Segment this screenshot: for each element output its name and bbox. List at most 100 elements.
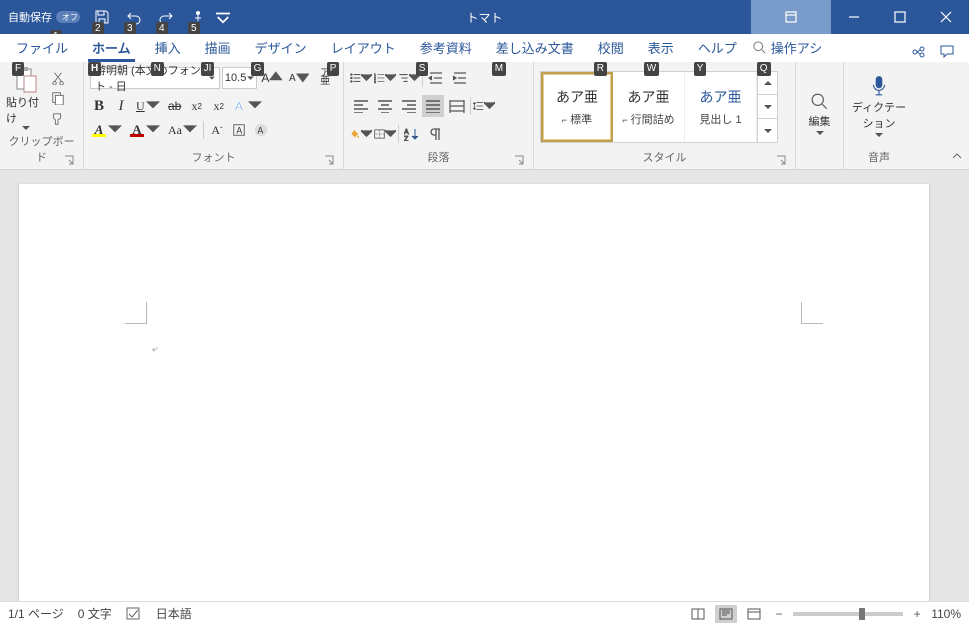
autosave[interactable]: 自動保存 オフ 1 (8, 9, 80, 25)
italic-button[interactable]: I (112, 95, 130, 117)
styles-dialog-launcher[interactable] (775, 155, 787, 167)
tab-layout[interactable]: レイアウトP (319, 34, 408, 62)
minimize-button[interactable] (831, 0, 877, 34)
decrease-indent-button[interactable] (425, 67, 447, 89)
page[interactable]: ⤶ (19, 184, 929, 601)
align-left-button[interactable] (350, 95, 372, 117)
distributed-button[interactable] (446, 95, 468, 117)
borders-button[interactable] (374, 123, 396, 145)
char-shading-button[interactable]: A (252, 119, 270, 141)
word-count[interactable]: 0 文字 (78, 605, 112, 622)
phonetic-guide-button[interactable]: Aˇ (208, 119, 226, 141)
tell-me[interactable]: 操作アシ Q (749, 34, 834, 62)
editing-button[interactable]: 編集 (802, 66, 837, 163)
share-button[interactable]: ZS (909, 42, 929, 62)
font-color-button[interactable]: A (128, 119, 162, 141)
tab-references[interactable]: 参考資料S (408, 34, 484, 62)
paragraph-mark: ⤶ (152, 344, 158, 355)
increase-indent-button[interactable] (449, 67, 471, 89)
clipboard-dialog-launcher[interactable] (63, 155, 75, 167)
redo-button[interactable]: 4 (152, 4, 180, 30)
tab-home[interactable]: ホームH (80, 34, 143, 62)
align-center-button[interactable] (374, 95, 396, 117)
close-button[interactable] (923, 0, 969, 34)
svg-text:A: A (236, 126, 242, 136)
document-area[interactable]: ⤶ (0, 170, 969, 601)
zoom-out-button[interactable]: − (771, 607, 787, 621)
comments-button[interactable]: ZC (937, 42, 957, 62)
style-heading1[interactable]: あア亜 見出し 1 (685, 72, 757, 142)
tab-design[interactable]: デザインG (243, 34, 319, 62)
format-painter-button[interactable] (48, 109, 68, 129)
tab-file[interactable]: ファイルF (4, 34, 80, 62)
group-paragraph: 123 (344, 62, 534, 169)
undo-button[interactable]: 3 (120, 4, 148, 30)
cut-button[interactable] (48, 68, 68, 88)
font-dialog-launcher[interactable] (323, 155, 335, 167)
sort-button[interactable]: AZ (401, 123, 423, 145)
styles-gallery[interactable]: あア亜 ⌐ 標準 あア亜 ⌐ 行間詰め あア亜 見出し 1 (540, 71, 778, 143)
show-marks-button[interactable] (425, 123, 447, 145)
line-spacing-button[interactable] (473, 95, 495, 117)
tab-draw[interactable]: 描画JI (193, 34, 243, 62)
zoom-level[interactable]: 110% (931, 607, 961, 621)
tab-review[interactable]: 校閲R (586, 34, 636, 62)
web-layout-button[interactable] (743, 605, 765, 623)
styles-more[interactable] (757, 72, 777, 142)
tab-view[interactable]: 表示W (636, 34, 686, 62)
read-mode-button[interactable] (687, 605, 709, 623)
document-title: トマト (466, 9, 502, 26)
align-justify-button[interactable] (422, 95, 444, 117)
zoom-slider[interactable] (793, 612, 903, 616)
paragraph-dialog-launcher[interactable] (513, 155, 525, 167)
svg-text:A: A (235, 99, 244, 113)
bold-button[interactable]: B (90, 95, 108, 117)
zoom-in-button[interactable]: + (909, 607, 925, 621)
underline-button[interactable]: U (134, 95, 162, 117)
subscript-button[interactable]: x2 (188, 95, 206, 117)
print-layout-button[interactable] (715, 605, 737, 623)
tab-mailings[interactable]: 差し込み文書M (484, 34, 586, 62)
svg-text:A: A (258, 126, 264, 136)
language-button[interactable]: 日本語 (156, 605, 192, 622)
qat-customize[interactable] (216, 4, 230, 30)
ribbon-tabs: ファイルF ホームH 挿入N 描画JI デザインG レイアウトP 参考資料S 差… (0, 34, 969, 62)
collapse-ribbon-button[interactable] (951, 150, 963, 165)
ribbon-display-button[interactable] (751, 0, 831, 34)
group-font: 游明朝 (本文のフォント - 日 10.5 A A ア亜 B I U ab x2… (84, 62, 344, 169)
ribbon: 貼り付け クリップボード 游明朝 (本文のフォント - 日 10.5 A A ア… (0, 62, 969, 170)
svg-text:3: 3 (374, 80, 376, 84)
page-count[interactable]: 1/1 ページ (8, 605, 64, 622)
char-border-button[interactable]: A (230, 119, 248, 141)
group-clipboard: 貼り付け クリップボード (0, 62, 84, 169)
text-effects-button[interactable]: A (232, 95, 264, 117)
shrink-font-button[interactable]: A (287, 67, 311, 89)
style-no-spacing[interactable]: あア亜 ⌐ 行間詰め (613, 72, 685, 142)
group-styles: あア亜 ⌐ 標準 あア亜 ⌐ 行間詰め あア亜 見出し 1 スタイル (534, 62, 796, 169)
autosave-toggle[interactable]: オフ (56, 11, 80, 23)
save-button[interactable]: 2 (88, 4, 116, 30)
change-case-button[interactable]: Aa (166, 119, 199, 141)
tab-insert[interactable]: 挿入N (143, 34, 193, 62)
strikethrough-button[interactable]: ab (166, 95, 184, 117)
dictation-button[interactable]: ディクテーション (850, 66, 908, 147)
bullets-button[interactable] (350, 67, 372, 89)
scissors-icon (51, 71, 65, 85)
paste-button[interactable]: 貼り付け (6, 66, 46, 131)
shading-button[interactable] (350, 123, 372, 145)
copy-button[interactable] (48, 88, 68, 108)
tab-help[interactable]: ヘルプY (686, 34, 749, 62)
margin-corner-tr (801, 302, 823, 324)
touch-mode-button[interactable]: 5 (184, 4, 212, 30)
search-icon (753, 41, 767, 55)
margin-corner-tl (125, 302, 147, 324)
align-right-button[interactable] (398, 95, 420, 117)
superscript-button[interactable]: x2 (210, 95, 228, 117)
maximize-button[interactable] (877, 0, 923, 34)
style-normal[interactable]: あア亜 ⌐ 標準 (541, 72, 613, 142)
mic-icon (870, 75, 888, 97)
group-editing: 編集 (796, 62, 844, 169)
highlight-button[interactable]: A (90, 119, 124, 141)
numbering-button[interactable]: 123 (374, 67, 396, 89)
spellcheck-button[interactable] (126, 607, 142, 621)
